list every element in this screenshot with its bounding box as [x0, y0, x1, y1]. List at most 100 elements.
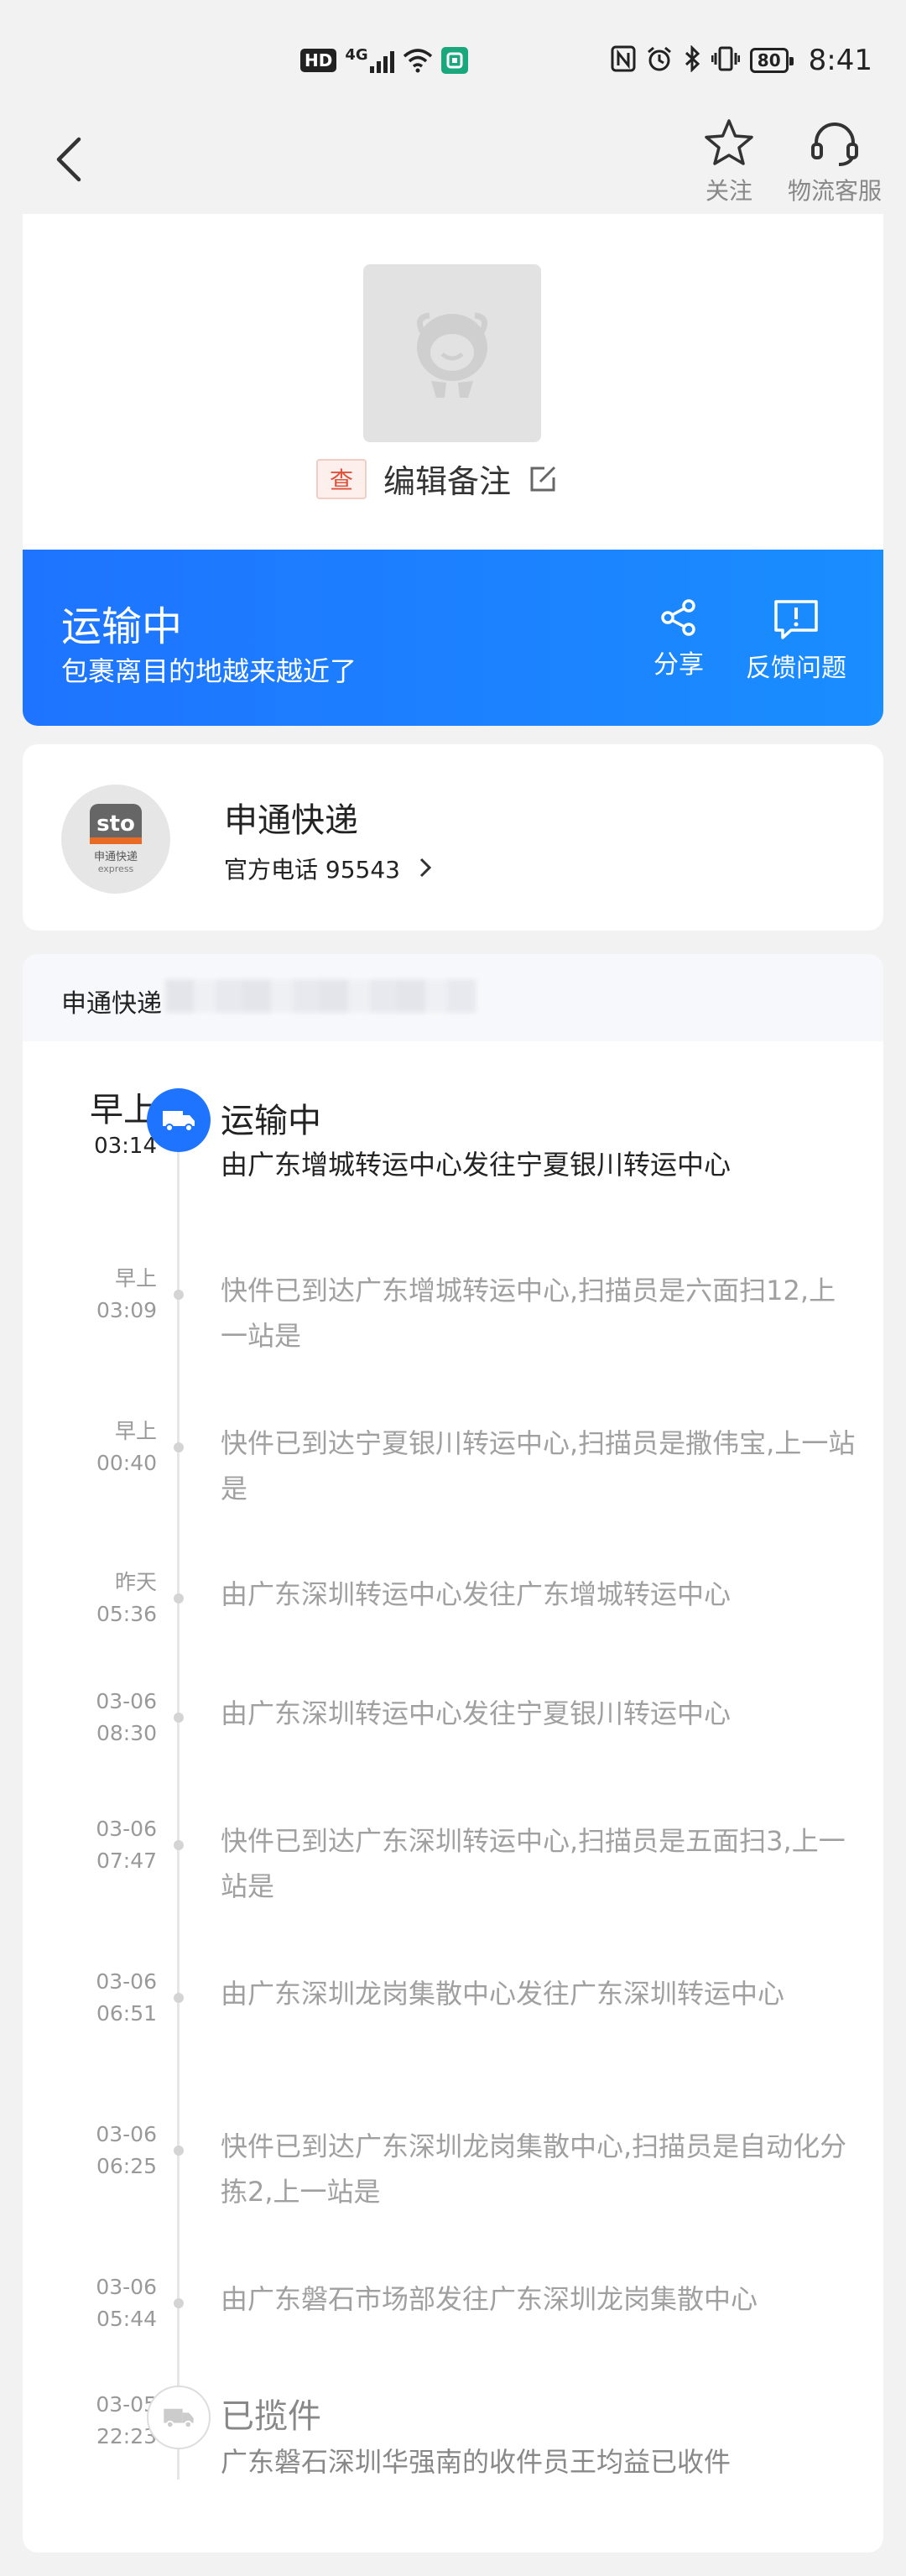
event-time: 早上 00:40	[39, 1416, 157, 1479]
truck-icon	[164, 2408, 194, 2429]
feedback-button[interactable]: 反馈问题	[737, 598, 855, 684]
nfc-icon	[611, 45, 636, 76]
sto-logo-en: express	[97, 863, 134, 874]
status-right: 80 8:41	[611, 44, 872, 77]
bluetooth-icon	[683, 44, 701, 76]
signal-icon	[369, 48, 394, 73]
event-clock: 05:44	[96, 2307, 157, 2331]
customer-service-button[interactable]: 物流客服	[780, 117, 889, 206]
event-day: 03-06	[96, 2122, 157, 2146]
chevron-right-icon	[419, 858, 431, 878]
event-clock: 22:23	[96, 2424, 157, 2448]
nav-bar: 关注 物流客服	[0, 109, 906, 218]
event-clock: 07:47	[96, 1849, 157, 1873]
tracking-header: 申通快递	[23, 954, 883, 1041]
share-button[interactable]: 分享	[645, 598, 712, 681]
edit-icon	[530, 466, 556, 491]
event-day: 03-06	[96, 1689, 157, 1713]
event-clock: 06:51	[96, 2001, 157, 2026]
status-banner: 运输中 包裹离目的地越来越近了 分享 反馈问题	[23, 550, 883, 726]
event-time: 03-06 06:25	[39, 2119, 157, 2182]
event-day: 早上	[114, 1419, 157, 1443]
event-day: 早上	[114, 1266, 157, 1291]
event-text: 快件已到达广东增城转运中心,扫描员是六面扫12,上一站是	[221, 1275, 836, 1352]
sto-logo-cn: 申通快递	[93, 851, 138, 863]
chevron-left-icon	[56, 137, 81, 182]
query-badge: 查	[316, 458, 367, 499]
carrier-phone-text: 官方电话 95543	[224, 856, 400, 884]
feedback-label: 反馈问题	[746, 654, 846, 683]
event-text: 由广东深圳转运中心发往宁夏银川转运中心	[221, 1697, 732, 1729]
timeline-dot	[174, 2146, 184, 2156]
truck-status-icon	[147, 1088, 211, 1152]
placeholder-mascot-icon	[416, 312, 488, 398]
battery-icon: 80	[749, 48, 794, 73]
tracking-carrier-label: 申通快递	[61, 989, 162, 1019]
star-icon	[705, 119, 753, 165]
alarm-icon	[646, 45, 673, 76]
event-time: 03-06 06:51	[39, 1966, 157, 2030]
back-button[interactable]	[44, 134, 94, 185]
timeline-line	[177, 1137, 180, 2480]
event-time: 03-05 22:23	[39, 2389, 157, 2453]
hd-badge: HD	[300, 49, 337, 72]
event-title: 运输中	[221, 1102, 321, 1140]
remark-row[interactable]: 查 编辑备注	[316, 456, 558, 502]
event-day: 早上	[90, 1091, 157, 1129]
network-label: 4G	[345, 45, 368, 64]
event-time: 昨天 05:36	[39, 1567, 157, 1630]
status-left: HD 4G	[300, 45, 468, 74]
event-text: 由广东磐石市场部发往广东深圳龙岗集散中心	[221, 2283, 758, 2315]
event-day: 03-06	[96, 2275, 157, 2299]
clock: 8:41	[808, 44, 872, 77]
carrier-name: 申通快递	[224, 801, 358, 840]
event-clock: 06:25	[96, 2154, 157, 2178]
vibrate-icon	[711, 45, 741, 76]
carrier-card: sto 申通快递 express 申通快递 官方电话 95543	[23, 744, 883, 931]
event-clock: 03:14	[94, 1134, 157, 1159]
event-day: 03-05	[96, 2392, 157, 2417]
carrier-phone-link[interactable]: 官方电话 95543	[224, 852, 431, 885]
event-time: 早上 03:09	[39, 1263, 157, 1327]
tracking-card: 申通快递 早上 03:14 运输中 由广东增城转运中心发往宁夏银川转运中心 早上…	[23, 954, 883, 2553]
event-time: 03-06 05:44	[39, 2271, 157, 2335]
status-subtitle: 包裹离目的地越来越近了	[61, 655, 357, 687]
wifi-icon	[403, 48, 433, 73]
event-clock: 00:40	[96, 1451, 157, 1475]
timeline-event: 早上 03:14 运输中 由广东增城转运中心发往宁夏银川转运中心	[23, 1088, 883, 1219]
event-day: 03-06	[96, 1969, 157, 1994]
timeline-dot	[174, 1290, 184, 1300]
package-card: 查 编辑备注 运输中 包裹离目的地越来越近了 分享 反馈问题	[23, 214, 883, 726]
follow-button[interactable]: 关注	[696, 117, 762, 206]
event-text: 快件已到达宁夏银川转运中心,扫描员是撒伟宝,上一站是	[221, 1427, 856, 1504]
follow-label: 关注	[705, 177, 752, 205]
sto-logo-mark: sto	[90, 804, 142, 844]
share-label: 分享	[653, 650, 704, 680]
event-clock: 03:09	[96, 1298, 157, 1322]
package-thumbnail[interactable]	[363, 264, 541, 442]
feedback-icon	[774, 600, 818, 639]
event-day: 昨天	[114, 1570, 157, 1594]
edit-remark-label: 编辑备注	[383, 463, 512, 500]
timeline-dot	[174, 1840, 184, 1850]
truck-icon	[163, 1111, 195, 1132]
event-clock: 08:30	[96, 1721, 157, 1745]
status-bar: HD 4G 80 8:41	[0, 0, 906, 109]
event-clock: 05:36	[96, 1602, 157, 1626]
event-text: 快件已到达广东深圳转运中心,扫描员是五面扫3,上一站是	[221, 1825, 846, 1902]
event-time: 03-06 07:47	[39, 1813, 157, 1877]
pickup-status-icon	[147, 2386, 211, 2449]
event-text: 广东磐石深圳华强南的收件员王均益已收件	[221, 2446, 732, 2478]
event-text: 由广东增城转运中心发往宁夏银川转运中心	[221, 1149, 732, 1181]
share-icon	[661, 599, 695, 636]
timeline-dot	[174, 2298, 184, 2308]
service-label: 物流客服	[787, 177, 882, 205]
carrier-logo: sto 申通快递 express	[61, 785, 170, 894]
event-text: 快件已到达广东深圳龙岗集散中心,扫描员是自动化分拣2,上一站是	[221, 2130, 847, 2208]
event-time: 早上 03:14	[39, 1090, 157, 1162]
event-text: 由广东深圳转运中心发往广东增城转运中心	[221, 1578, 732, 1610]
tracking-number-redacted	[165, 979, 476, 1013]
status-title: 运输中	[61, 603, 183, 650]
timeline-dot	[174, 1442, 184, 1452]
headset-icon	[811, 123, 858, 166]
